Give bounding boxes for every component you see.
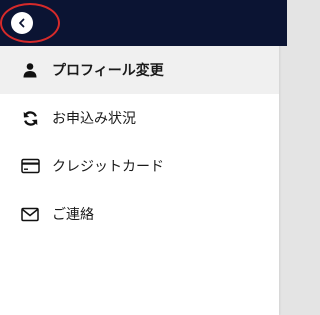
credit-card-icon xyxy=(20,156,40,176)
menu-item-credit-card[interactable]: クレジットカード xyxy=(0,142,279,190)
menu-item-profile[interactable]: プロフィール変更 xyxy=(0,46,279,94)
chevron-left-icon xyxy=(19,18,25,28)
menu-item-label: お申込み状況 xyxy=(52,111,136,127)
menu-item-contact[interactable]: ご連絡 xyxy=(0,190,279,238)
menu-item-label: プロフィール変更 xyxy=(52,63,164,79)
menu-item-label: クレジットカード xyxy=(52,159,164,175)
menu-list: プロフィール変更 お申込み状況 クレジットカード ご連絡 xyxy=(0,46,279,238)
refresh-icon xyxy=(20,108,40,128)
person-icon xyxy=(20,60,40,80)
menu-header xyxy=(0,0,287,46)
menu-item-application-status[interactable]: お申込み状況 xyxy=(0,94,279,142)
back-button[interactable] xyxy=(11,12,33,34)
menu-item-label: ご連絡 xyxy=(52,207,94,223)
envelope-icon xyxy=(20,204,40,224)
